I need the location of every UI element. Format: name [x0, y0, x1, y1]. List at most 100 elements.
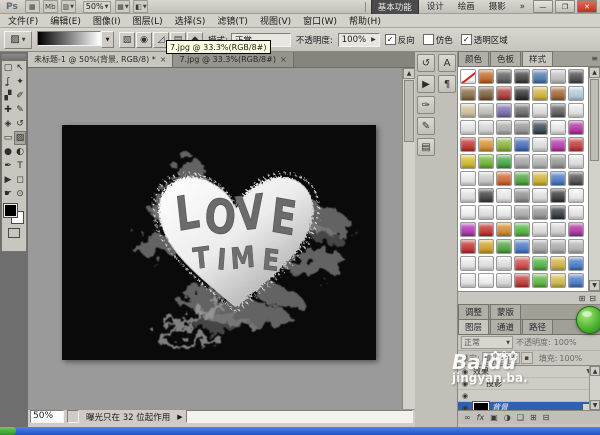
- style-swatch[interactable]: [478, 154, 494, 169]
- style-swatch[interactable]: [568, 171, 584, 186]
- style-swatch[interactable]: [532, 103, 548, 118]
- status-arrow-icon[interactable]: ▶: [177, 413, 182, 421]
- type-tool[interactable]: T: [14, 159, 26, 173]
- opacity-field[interactable]: 100% ▶: [337, 32, 380, 47]
- style-swatch[interactable]: [532, 86, 548, 101]
- checkbox-box-icon[interactable]: ✓: [460, 34, 472, 45]
- tab-layers-0[interactable]: 图层: [458, 319, 490, 334]
- tab-close-icon[interactable]: ×: [280, 55, 287, 64]
- scroll-up-icon[interactable]: ▲: [589, 67, 600, 78]
- style-swatch[interactable]: [568, 273, 584, 288]
- style-swatch[interactable]: [496, 205, 512, 220]
- style-swatch[interactable]: [568, 188, 584, 203]
- status-zoom-field[interactable]: 50%: [30, 410, 64, 423]
- arrange-documents-icon[interactable]: ▦ ▼: [115, 0, 131, 13]
- style-swatch[interactable]: [514, 137, 530, 152]
- eyedropper-tool[interactable]: ✐: [14, 89, 26, 103]
- tab-layers-2[interactable]: 路径: [522, 319, 554, 334]
- style-swatch[interactable]: [496, 239, 512, 254]
- view-extras-icon[interactable]: ▥ ▼: [60, 0, 76, 13]
- menu-item-4[interactable]: 选择(S): [169, 13, 212, 28]
- move-tool[interactable]: ↖: [14, 61, 26, 75]
- lasso-tool[interactable]: ʆ: [2, 75, 14, 89]
- tab-styles-0[interactable]: 颜色: [458, 51, 490, 66]
- style-swatch[interactable]: [496, 222, 512, 237]
- style-swatch[interactable]: [550, 222, 566, 237]
- style-swatch[interactable]: [460, 222, 476, 237]
- effect-row[interactable]: ◉: [458, 390, 593, 402]
- lock-icon-3[interactable]: ▪: [520, 352, 533, 364]
- zoom-level-dropdown[interactable]: 50% ▼: [82, 0, 112, 13]
- style-swatch[interactable]: [460, 171, 476, 186]
- style-swatch[interactable]: [514, 205, 530, 220]
- menu-item-0[interactable]: 文件(F): [2, 13, 44, 28]
- eraser-tool[interactable]: ▭: [2, 131, 14, 145]
- style-swatch[interactable]: [532, 239, 548, 254]
- style-swatch[interactable]: [460, 86, 476, 101]
- scroll-up-icon[interactable]: ▲: [590, 366, 600, 376]
- style-swatch[interactable]: [568, 69, 584, 84]
- delete-layer-icon[interactable]: ⊟: [543, 413, 550, 422]
- style-swatch[interactable]: [496, 273, 512, 288]
- style-swatch[interactable]: [550, 86, 566, 101]
- style-swatch[interactable]: [568, 120, 584, 135]
- tool-presets-panel-icon[interactable]: ✑: [417, 96, 435, 114]
- style-swatch[interactable]: [496, 86, 512, 101]
- lock-icon-2[interactable]: ✛: [507, 352, 520, 364]
- style-swatch[interactable]: [568, 137, 584, 152]
- pen-tool[interactable]: ✒: [2, 159, 14, 173]
- tab-close-icon[interactable]: ×: [160, 55, 167, 64]
- style-swatch[interactable]: [496, 137, 512, 152]
- delete-style-button[interactable]: ⊟: [589, 294, 596, 303]
- radial-gradient-button[interactable]: ◉: [136, 31, 152, 48]
- style-swatch[interactable]: [514, 69, 530, 84]
- menu-item-5[interactable]: 滤镜(T): [211, 13, 254, 28]
- effect-row[interactable]: ◉效果▼: [458, 366, 593, 378]
- style-swatch[interactable]: [550, 171, 566, 186]
- style-swatch[interactable]: [532, 205, 548, 220]
- style-swatch[interactable]: [496, 120, 512, 135]
- style-swatch[interactable]: [568, 205, 584, 220]
- checkbox-2[interactable]: ✓ 透明区域: [460, 34, 508, 46]
- mini-bridge-icon[interactable]: Mb: [42, 0, 58, 13]
- style-swatch[interactable]: [496, 154, 512, 169]
- zoom-tool[interactable]: ⊙: [14, 187, 26, 201]
- quick-selection-tool[interactable]: ✦: [14, 75, 26, 89]
- style-swatch[interactable]: [460, 154, 476, 169]
- style-swatch[interactable]: [550, 239, 566, 254]
- linear-gradient-button[interactable]: ▧: [119, 31, 135, 48]
- style-swatch[interactable]: [532, 69, 548, 84]
- eye-icon[interactable]: ◉: [460, 404, 470, 411]
- minimize-button[interactable]: —: [533, 0, 553, 13]
- scroll-down-icon[interactable]: ▼: [589, 280, 600, 291]
- checkbox-box-icon[interactable]: ✓: [384, 34, 396, 45]
- style-swatch[interactable]: [514, 86, 530, 101]
- new-style-button[interactable]: ⊞: [579, 294, 586, 303]
- vertical-scrollbar[interactable]: ▲: [402, 68, 415, 409]
- style-swatch-none[interactable]: [460, 69, 476, 84]
- character-panel-icon[interactable]: A: [438, 54, 456, 72]
- blend-mode-dropdown[interactable]: 正常 ▼: [461, 336, 513, 349]
- style-swatch[interactable]: [460, 103, 476, 118]
- scrollbar-thumb[interactable]: [404, 80, 414, 142]
- effect-row[interactable]: ◉ 投影: [458, 378, 593, 390]
- style-swatch[interactable]: [532, 222, 548, 237]
- eye-icon[interactable]: ◉: [460, 392, 470, 400]
- fill-value[interactable]: 100%: [559, 354, 582, 363]
- workspace-overflow-button[interactable]: »: [514, 1, 531, 13]
- layers-scrollbar[interactable]: ▲ ▼: [589, 366, 600, 410]
- document-tab-0[interactable]: 未标题-1 @ 50%(背景, RGB/8) * ×: [28, 52, 174, 67]
- style-swatch[interactable]: [532, 154, 548, 169]
- scrollbar-thumb[interactable]: [590, 79, 599, 161]
- path-selection-tool[interactable]: ▶: [2, 173, 14, 187]
- gradient-picker-arrow-icon[interactable]: ▼: [101, 31, 114, 48]
- style-swatch[interactable]: [478, 188, 494, 203]
- menu-item-8[interactable]: 帮助(H): [343, 13, 387, 28]
- style-swatch[interactable]: [514, 273, 530, 288]
- new-layer-icon[interactable]: ⊞: [530, 413, 537, 422]
- layer-comps-panel-icon[interactable]: ▤: [417, 138, 435, 156]
- gradient-preview[interactable]: [37, 31, 101, 46]
- tab-layers-1[interactable]: 通道: [490, 319, 522, 334]
- style-swatch[interactable]: [550, 154, 566, 169]
- document-tab-1[interactable]: 7.jpg @ 33.3%(RGB/8#) ×: [173, 52, 294, 67]
